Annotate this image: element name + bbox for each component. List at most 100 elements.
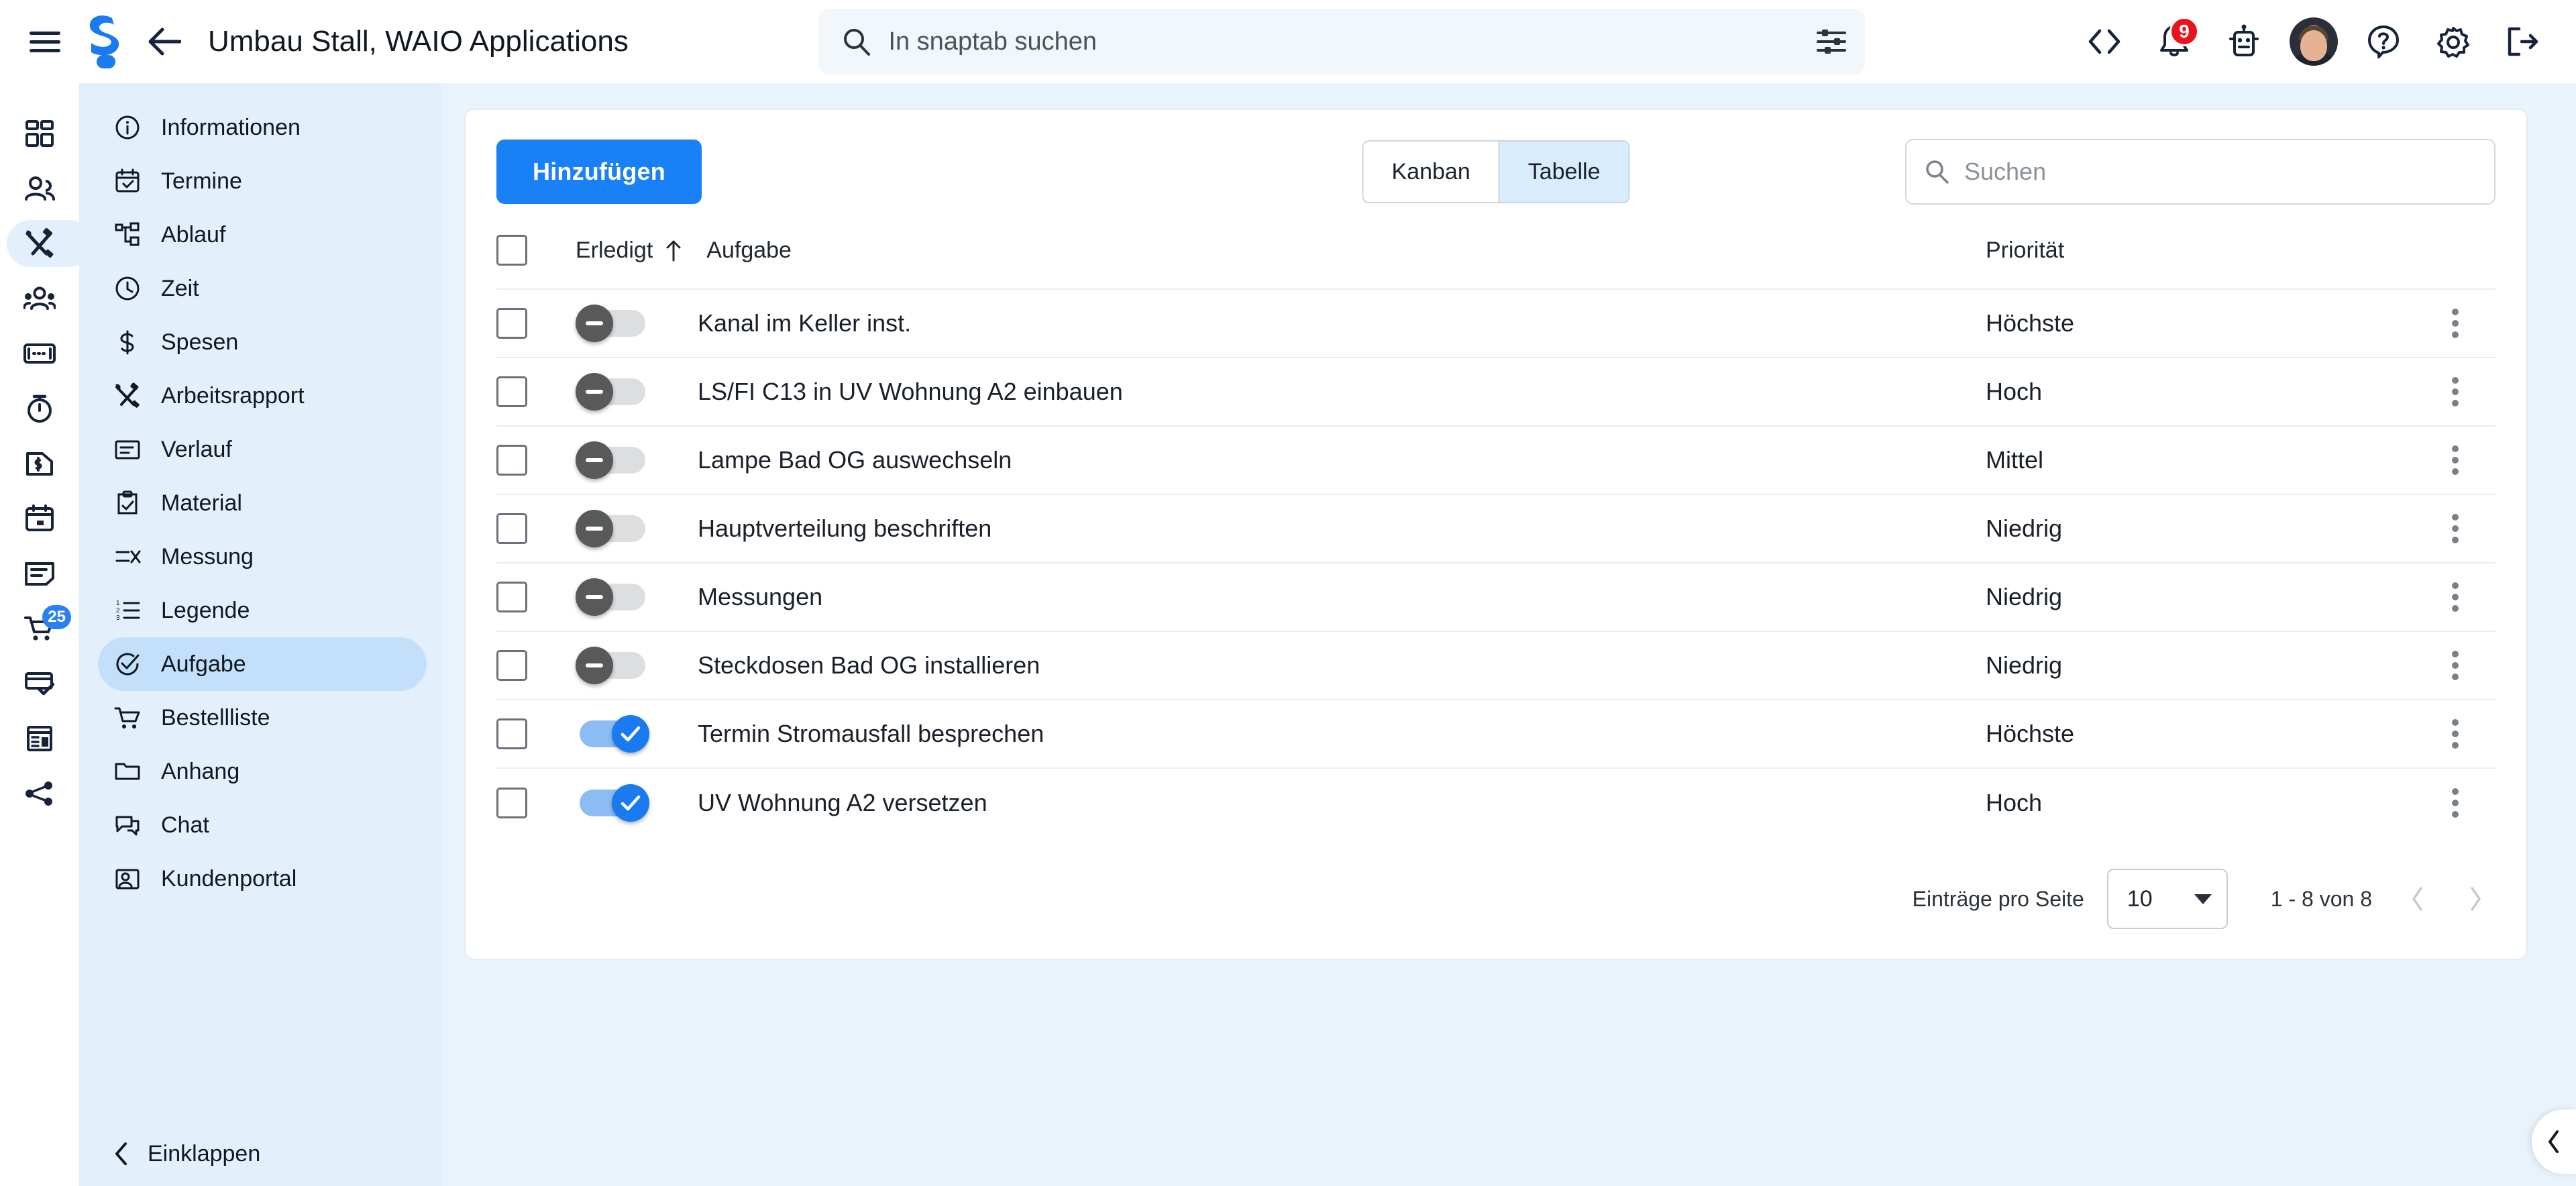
rail-item-stopwatch[interactable] xyxy=(0,381,79,436)
sidebar-item-kundenportal[interactable]: Kundenportal xyxy=(98,852,427,906)
done-toggle[interactable] xyxy=(576,373,649,411)
global-search-bar[interactable] xyxy=(818,9,1866,74)
card-toolbar: Hinzufügen Kanban Tabelle xyxy=(496,138,2496,205)
row-checkbox[interactable] xyxy=(496,718,527,749)
table-row[interactable]: Hauptverteilung beschriften Niedrig xyxy=(496,494,2496,563)
code-brackets-button[interactable] xyxy=(2076,13,2133,70)
row-checkbox[interactable] xyxy=(496,582,527,612)
table-search-input[interactable] xyxy=(1964,158,2477,186)
body-area: 25 Informationen Termine Ablauf Zeit Spe… xyxy=(0,83,2576,1186)
sidebar-item-label: Zeit xyxy=(161,275,199,301)
done-toggle[interactable] xyxy=(576,578,649,616)
sidebar-item-anhang[interactable]: Anhang xyxy=(98,745,427,798)
column-header-prioritaet[interactable]: Priorität xyxy=(1986,237,2064,263)
per-page-select[interactable]: 10 xyxy=(2106,869,2228,929)
kebab-menu-icon[interactable] xyxy=(2415,719,2496,749)
rail-item-share[interactable] xyxy=(0,766,79,821)
tasks-card: Hinzufügen Kanban Tabelle Suchen Erledig… xyxy=(464,109,2528,960)
sidebar-item-label: Kundenportal xyxy=(161,865,297,892)
row-checkbox[interactable] xyxy=(496,308,527,339)
cell-done xyxy=(576,289,698,358)
logout-icon xyxy=(2508,27,2538,56)
table-row[interactable]: Kanal im Keller inst. Höchste xyxy=(496,289,2496,358)
done-toggle[interactable] xyxy=(576,715,649,753)
sidebar-item-arbeitsrapport[interactable]: Arbeitsrapport xyxy=(98,369,427,423)
column-header-erledigt[interactable]: Erledigt xyxy=(576,237,653,264)
done-toggle[interactable] xyxy=(576,305,649,342)
top-bar: Umbau Stall, WAIO Applications In snapta… xyxy=(0,0,2576,83)
sidebar-item-zeit[interactable]: Zeit xyxy=(98,262,427,315)
add-button[interactable]: Hinzufügen xyxy=(496,140,702,204)
kebab-menu-icon[interactable] xyxy=(2415,514,2496,543)
arrow-up-icon[interactable] xyxy=(665,239,682,262)
rail-item-calendar[interactable] xyxy=(0,491,79,546)
rail-item-invoice[interactable] xyxy=(0,436,79,491)
sidebar-item-bestellliste[interactable]: Bestellliste xyxy=(98,691,427,745)
table-row[interactable]: Lampe Bad OG auswechseln Mittel xyxy=(496,426,2496,494)
kebab-menu-icon[interactable] xyxy=(2415,309,2496,338)
back-button[interactable] xyxy=(136,13,193,70)
sidebar-item-verlauf[interactable]: Verlauf xyxy=(98,423,427,476)
tab-kanban[interactable]: Kanban xyxy=(1363,142,1499,202)
rail-item-dashboard[interactable] xyxy=(0,106,79,161)
kebab-menu-icon[interactable] xyxy=(2415,651,2496,680)
sidebar-item-legende[interactable]: 123 Legende xyxy=(98,584,427,637)
search-icon xyxy=(844,29,871,56)
pagination: Einträge pro Seite 10 1 - 8 von 8 xyxy=(496,869,2496,929)
kebab-menu-icon[interactable] xyxy=(2415,582,2496,612)
done-toggle[interactable] xyxy=(576,510,649,547)
previous-page-button[interactable] xyxy=(2410,885,2426,912)
rail-item-team[interactable] xyxy=(0,271,79,326)
sidebar-item-aufgabe[interactable]: Aufgabe xyxy=(98,637,427,691)
sidebar-collapse-button[interactable]: Einklappen xyxy=(79,1140,441,1167)
kebab-menu-icon[interactable] xyxy=(2415,788,2496,818)
sidebar-item-spesen[interactable]: Spesen xyxy=(98,315,427,369)
table-row[interactable]: UV Wohnung A2 versetzen Hoch xyxy=(496,768,2496,837)
sidebar-item-termine[interactable]: Termine xyxy=(98,154,427,208)
rail-item-card[interactable] xyxy=(0,326,79,381)
sidebar-item-messung[interactable]: Messung xyxy=(98,530,427,584)
sidebar-item-chat[interactable]: Chat xyxy=(98,798,427,852)
logout-button[interactable] xyxy=(2494,13,2552,70)
tune-filter-icon[interactable] xyxy=(1817,28,1847,55)
table-search-box[interactable] xyxy=(1905,139,2496,205)
kebab-menu-icon[interactable] xyxy=(2415,445,2496,475)
rail-item-card-check[interactable] xyxy=(0,656,79,711)
cell-done xyxy=(576,768,698,837)
done-toggle[interactable] xyxy=(576,441,649,479)
rail-item-cart[interactable]: 25 xyxy=(0,601,79,656)
rail-item-tools[interactable] xyxy=(0,216,93,271)
select-all-checkbox[interactable] xyxy=(496,235,527,266)
hamburger-menu-button[interactable] xyxy=(16,13,74,70)
row-checkbox[interactable] xyxy=(496,787,527,818)
row-checkbox[interactable] xyxy=(496,513,527,544)
notifications-button[interactable]: 9 xyxy=(2145,13,2203,70)
sidebar-item-informationen[interactable]: Informationen xyxy=(98,101,427,154)
sidebar-item-material[interactable]: Material xyxy=(98,476,427,530)
snaptab-logo-icon[interactable] xyxy=(74,11,136,72)
cell-done xyxy=(576,563,698,631)
sidebar-item-ablauf[interactable]: Ablauf xyxy=(98,208,427,262)
table-row[interactable]: Messungen Niedrig xyxy=(496,563,2496,631)
help-button[interactable] xyxy=(2355,13,2412,70)
tab-tabelle[interactable]: Tabelle xyxy=(1498,142,1629,202)
row-checkbox[interactable] xyxy=(496,445,527,476)
sidebar-collapse-label: Einklappen xyxy=(148,1140,261,1167)
rail-item-note[interactable] xyxy=(0,546,79,601)
done-toggle[interactable] xyxy=(576,647,649,684)
global-search-input[interactable] xyxy=(888,27,1800,56)
table-row[interactable]: LS/FI C13 in UV Wohnung A2 einbauen Hoch xyxy=(496,358,2496,426)
user-avatar-button[interactable] xyxy=(2285,13,2343,70)
table-row[interactable]: Termin Stromausfall besprechen Höchste xyxy=(496,700,2496,768)
rail-item-contacts[interactable] xyxy=(0,161,79,216)
kebab-menu-icon[interactable] xyxy=(2415,377,2496,407)
rail-item-receipt[interactable] xyxy=(0,711,79,766)
column-header-aufgabe[interactable]: Aufgabe xyxy=(706,237,792,264)
done-toggle[interactable] xyxy=(576,784,649,822)
row-checkbox[interactable] xyxy=(496,650,527,681)
assistant-button[interactable] xyxy=(2215,13,2273,70)
table-row[interactable]: Steckdosen Bad OG installieren Niedrig xyxy=(496,631,2496,700)
next-page-button[interactable] xyxy=(2467,885,2483,912)
row-checkbox[interactable] xyxy=(496,376,527,407)
settings-button[interactable] xyxy=(2424,13,2482,70)
